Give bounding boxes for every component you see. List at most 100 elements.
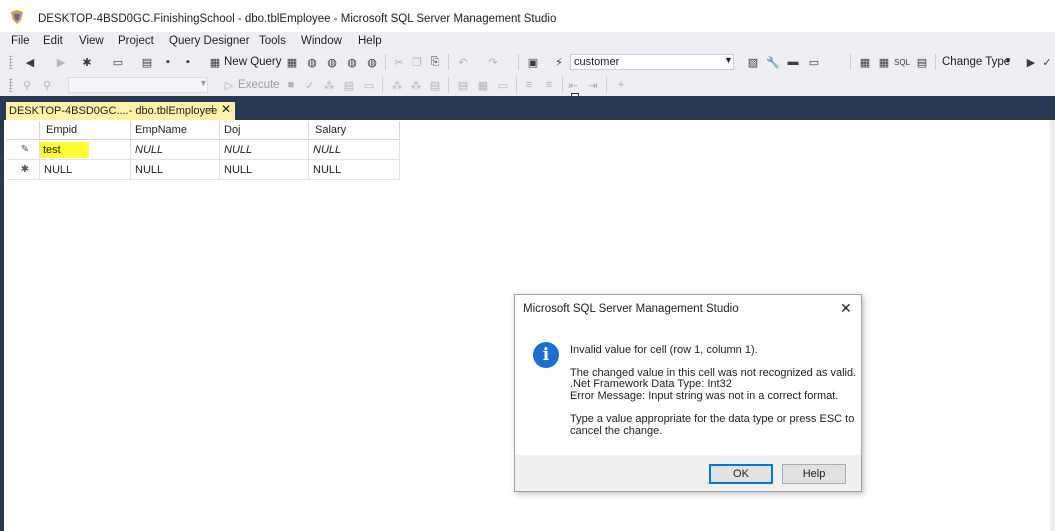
save-all-icon[interactable]: ▪ <box>181 55 195 69</box>
menu-edit[interactable]: Edit <box>43 35 63 47</box>
decrease-indent-icon[interactable]: ⇤ <box>566 78 580 92</box>
menu-file[interactable]: File <box>11 35 30 47</box>
back-icon[interactable]: ◀ <box>23 55 37 69</box>
row-header-corner[interactable] <box>7 121 40 140</box>
new-project-icon[interactable]: ✱ <box>80 55 94 69</box>
toolbar-separator <box>850 54 851 70</box>
execute-sql-icon[interactable]: ▶ <box>1024 55 1038 69</box>
column-header-doj[interactable]: Doj <box>219 121 309 140</box>
ssms-app-icon <box>8 8 26 26</box>
chevron-down-icon[interactable]: ▼ <box>1004 56 1012 65</box>
table-data-grid[interactable]: Empid EmpName Doj Salary ✎ test NULL NUL… <box>7 121 400 180</box>
new-query-icon[interactable]: ▦ <box>208 55 222 69</box>
cut-icon[interactable]: ✂ <box>392 55 406 69</box>
client-stats-icon[interactable]: ▤ <box>428 78 442 92</box>
stop-icon[interactable]: ■ <box>284 78 298 92</box>
dialog-message-line: Invalid value for cell (row 1, column 1)… <box>570 344 758 356</box>
column-header-salary[interactable]: Salary <box>308 121 400 140</box>
forward-icon[interactable]: ▶ <box>54 55 68 69</box>
query-target-combo[interactable] <box>68 77 208 93</box>
xmla-query-icon[interactable]: ◍ <box>345 55 359 69</box>
live-stats-icon[interactable]: ⁂ <box>409 78 423 92</box>
dialog-message-line: Error Message: Input string was not in a… <box>570 390 839 402</box>
dax-query-icon[interactable]: ◍ <box>365 55 379 69</box>
new-row-indicator-icon[interactable]: ✱ <box>7 159 40 180</box>
available-databases-icon[interactable]: ⚡ <box>552 55 566 69</box>
new-query-button[interactable]: New Query <box>224 56 282 68</box>
toolbar-grip-icon[interactable] <box>9 55 13 69</box>
pin-icon[interactable]: ⊣ <box>205 104 214 115</box>
toolbox-icon[interactable]: ▬ <box>786 55 800 69</box>
grid-cell-empname[interactable]: NULL <box>130 139 220 160</box>
solution-explorer-icon[interactable]: ▣ <box>526 55 540 69</box>
properties-wrench-icon[interactable]: 🔧 <box>766 55 780 69</box>
redo-icon[interactable]: ↷ <box>486 55 500 69</box>
grid-cell-doj[interactable]: NULL <box>219 139 309 160</box>
menu-query-designer[interactable]: Query Designer <box>169 35 250 47</box>
query-options-icon[interactable]: ▤ <box>342 78 356 92</box>
results-grid-icon[interactable]: ▦ <box>476 78 490 92</box>
comment-icon[interactable]: ≡ <box>522 78 536 92</box>
column-header-empname[interactable]: EmpName <box>130 121 220 140</box>
window-title: DESKTOP-4BSD0GC.FinishingSchool - dbo.tb… <box>38 13 557 25</box>
verify-sql-icon[interactable]: ✓ <box>1040 55 1054 69</box>
dialog-message-line: cancel the change. <box>570 425 663 437</box>
grid-cell-value: test <box>40 141 89 158</box>
table-row[interactable]: ✎ test NULL NULL NULL <box>7 139 400 160</box>
ok-button[interactable]: OK <box>709 464 773 484</box>
add-item-icon[interactable]: ▭ <box>111 55 125 69</box>
chevron-down-icon[interactable]: ▼ <box>724 55 733 65</box>
menu-view[interactable]: View <box>79 35 104 47</box>
grid-cell-empname[interactable]: NULL <box>130 159 220 180</box>
menu-project[interactable]: Project <box>118 35 154 47</box>
toolbar-separator <box>448 54 449 70</box>
execute-query-icon[interactable]: ▧ <box>746 55 760 69</box>
show-sql-pane-icon[interactable]: SQL <box>894 55 910 69</box>
include-plan-icon[interactable]: ⁂ <box>390 78 404 92</box>
uncomment-icon[interactable]: ≡ <box>542 78 556 92</box>
dialog-close-icon[interactable]: ✕ <box>840 300 852 317</box>
grid-cell-salary[interactable]: NULL <box>308 139 400 160</box>
toolbar-separator <box>606 77 607 93</box>
close-icon[interactable]: ✕ <box>221 102 231 116</box>
grid-cell-doj[interactable]: NULL <box>219 159 309 180</box>
menu-window[interactable]: Window <box>301 35 342 47</box>
chevron-down-icon[interactable]: ▼ <box>199 78 208 88</box>
paste-icon[interactable]: ⎘ <box>428 55 442 69</box>
save-icon[interactable]: ▪ <box>161 55 175 69</box>
grid-cell-salary[interactable]: NULL <box>308 159 400 180</box>
menu-help[interactable]: Help <box>358 35 382 47</box>
increase-indent-icon[interactable]: ⇥ <box>586 78 600 92</box>
connect-icon[interactable]: ⚲ <box>20 78 34 92</box>
intellisense-icon[interactable]: ▭ <box>362 78 376 92</box>
copy-icon[interactable]: ❐ <box>410 55 424 69</box>
show-diagram-pane-icon[interactable]: ▦ <box>858 55 872 69</box>
grid-cell-empid[interactable]: test <box>39 139 131 160</box>
column-header-empid[interactable]: Empid <box>39 121 131 140</box>
row-edit-indicator-icon[interactable]: ✎ <box>7 139 40 160</box>
show-criteria-pane-icon[interactable]: ▦ <box>877 55 891 69</box>
toolbar-separator <box>448 77 449 93</box>
toolbar-separator <box>385 54 386 70</box>
parse-icon[interactable]: ✓ <box>303 78 317 92</box>
open-file-icon[interactable]: ▤ <box>140 55 154 69</box>
output-window-icon[interactable]: ▭ <box>807 55 821 69</box>
show-results-pane-icon[interactable]: ▤ <box>915 55 929 69</box>
toolbar-grip-icon[interactable] <box>9 78 13 92</box>
specify-values-icon[interactable]: ⌖ <box>614 78 628 92</box>
grid-cell-empid[interactable]: NULL <box>39 159 131 180</box>
results-text-icon[interactable]: ▤ <box>456 78 470 92</box>
execute-button[interactable]: Execute <box>238 79 280 91</box>
undo-icon[interactable]: ↶ <box>456 55 470 69</box>
help-button[interactable]: Help <box>782 464 846 484</box>
results-file-icon[interactable]: ▭ <box>496 78 510 92</box>
disconnect-icon[interactable]: ⚲ <box>40 78 54 92</box>
execute-icon[interactable]: ▷ <box>222 78 236 92</box>
change-type-button[interactable]: Change Type <box>942 56 1010 68</box>
mdx-query-icon[interactable]: ◍ <box>305 55 319 69</box>
db-engine-query-icon[interactable]: ▦ <box>285 55 299 69</box>
menu-tools[interactable]: Tools <box>259 35 286 47</box>
table-row[interactable]: ✱ NULL NULL NULL NULL <box>7 159 400 180</box>
dmx-query-icon[interactable]: ◍ <box>325 55 339 69</box>
estimated-plan-icon[interactable]: ⁂ <box>322 78 336 92</box>
